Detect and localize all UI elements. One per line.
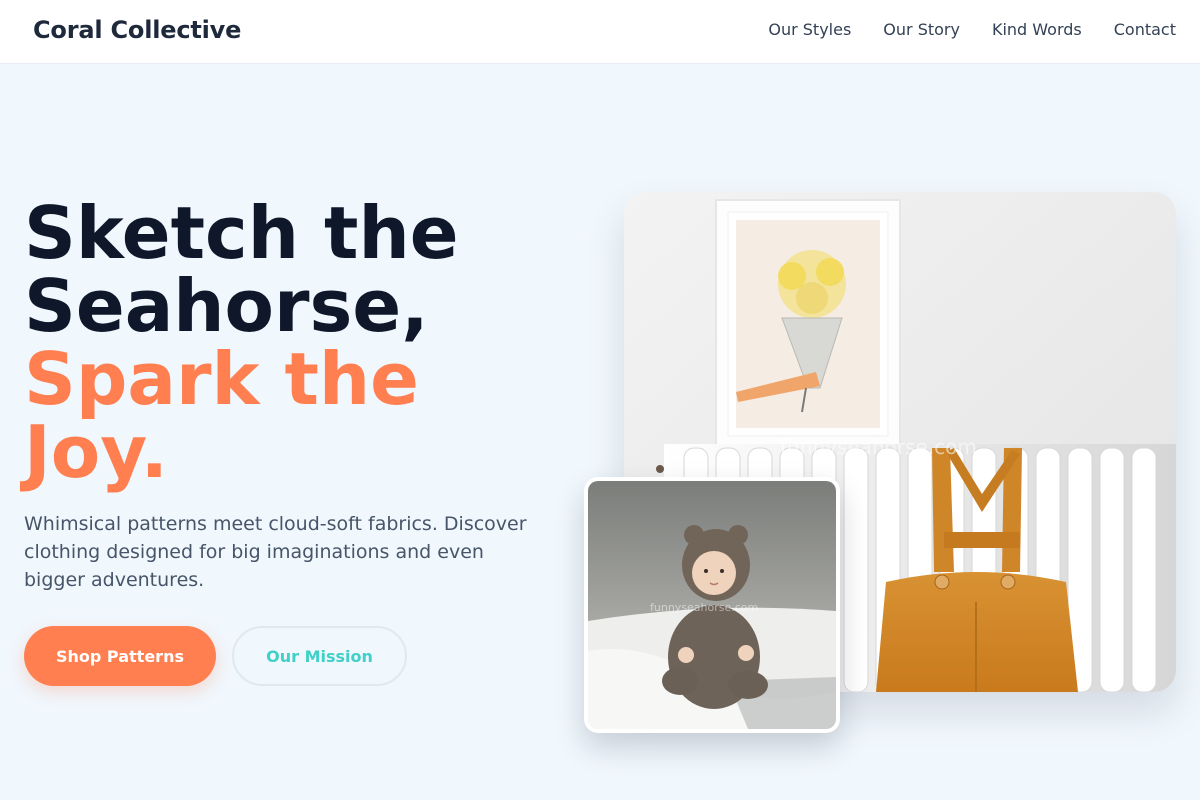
our-mission-button[interactable]: Our Mission bbox=[232, 626, 407, 686]
hero-title-line-2: Seahorse, bbox=[24, 264, 429, 348]
hero-inset-photo: funnyseahorse.com bbox=[584, 477, 840, 733]
hero-subtitle: Whimsical patterns meet cloud-soft fabri… bbox=[24, 513, 527, 591]
baby-bear-onesie-image: funnyseahorse.com bbox=[588, 481, 836, 729]
brand-logo[interactable]: Coral Collective bbox=[33, 16, 241, 44]
main-photo-watermark: funnyseahorse.com bbox=[780, 435, 977, 459]
nav-link-contact[interactable]: Contact bbox=[1114, 20, 1176, 39]
shop-patterns-button[interactable]: Shop Patterns bbox=[24, 626, 216, 686]
nav-link-kind-words[interactable]: Kind Words bbox=[992, 20, 1082, 39]
inset-photo-watermark: funnyseahorse.com bbox=[650, 601, 758, 614]
hero-title-accent-line-2: Joy. bbox=[24, 410, 168, 494]
site-header: Coral Collective Our Styles Our Story Ki… bbox=[0, 0, 1200, 64]
main-nav: Our Styles Our Story Kind Words Contact bbox=[768, 20, 1176, 39]
hero-title-accent-line-1: Spark the bbox=[24, 337, 419, 421]
hero-title: Sketch the Seahorse, Spark the Joy. bbox=[24, 197, 564, 489]
hero-title-line-1: Sketch the bbox=[24, 191, 459, 275]
nav-link-our-styles[interactable]: Our Styles bbox=[768, 20, 851, 39]
nav-link-our-story[interactable]: Our Story bbox=[883, 20, 960, 39]
